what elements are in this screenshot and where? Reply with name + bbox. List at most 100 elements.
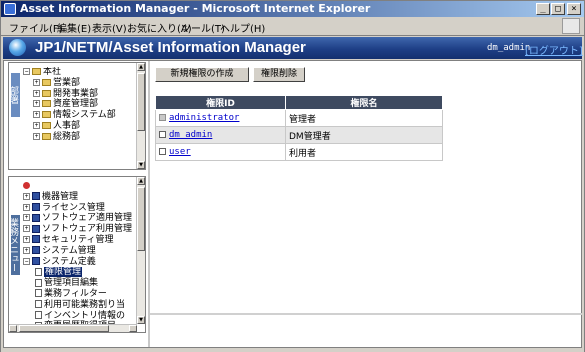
permission-id-link[interactable]: dm_admin <box>169 130 212 140</box>
expand-icon[interactable]: + <box>33 100 40 108</box>
frame-divider[interactable] <box>150 313 582 315</box>
tree-item-label: 情報システム部 <box>53 110 116 121</box>
scroll-thumb[interactable] <box>137 187 145 251</box>
menu-item-inventory[interactable]: インベントリ情報の <box>23 311 135 322</box>
expand-icon[interactable]: + <box>33 132 40 140</box>
browser-window: Asset Information Manager - Microsoft In… <box>0 0 585 352</box>
menu-item-software-apply[interactable]: + ソフトウェア適用管理 <box>23 213 135 224</box>
business-menu-tree: + 機器管理 + ライセンス管理 + ソフトウェア適用管理 + ソフトウェア利用管理 +… <box>23 181 135 332</box>
logout-link[interactable]: [ログアウト] <box>525 42 583 57</box>
menu-item-permission-mgmt[interactable]: 権限管理 <box>23 267 135 278</box>
row-checkbox[interactable] <box>159 131 166 138</box>
expand-icon[interactable]: + <box>23 225 30 233</box>
menu-tools[interactable]: ツール(T) <box>181 20 225 35</box>
collapse-icon[interactable]: − <box>23 68 30 75</box>
menu-item-field-edit[interactable]: 管理項目編集 <box>23 278 135 289</box>
scroll-down-icon[interactable]: ▼ <box>137 316 145 324</box>
tree-item-label: 営業部 <box>53 77 81 88</box>
department-scrollbar[interactable]: ▲ ▼ <box>136 63 145 169</box>
menu-item-system-mgmt[interactable]: + システム管理 <box>23 246 135 257</box>
menu-item-device[interactable]: + 機器管理 <box>23 192 135 203</box>
expand-icon[interactable]: + <box>23 203 30 211</box>
folder-icon <box>32 68 41 75</box>
root-icon <box>23 182 30 189</box>
maximize-button[interactable]: □ <box>551 3 565 15</box>
menu-item-security[interactable]: + セキュリティ管理 <box>23 235 135 246</box>
expand-icon[interactable]: + <box>23 192 30 200</box>
close-button[interactable]: × <box>567 3 581 15</box>
column-header-permission-id[interactable]: 権限ID <box>155 95 286 110</box>
tree-item-development[interactable]: + 開発事業部 <box>23 89 135 100</box>
scroll-down-icon[interactable]: ▼ <box>137 161 145 169</box>
book-icon <box>32 213 40 222</box>
menu-item-business-filter[interactable]: 業務フィルター <box>23 289 135 300</box>
minimize-button[interactable]: _ <box>536 3 550 15</box>
permission-id-link[interactable]: user <box>169 147 191 157</box>
menu-view[interactable]: 表示(V) <box>92 20 127 35</box>
title-bar: Asset Information Manager - Microsoft In… <box>1 1 584 17</box>
scroll-right-icon[interactable] <box>129 325 137 332</box>
panel-splitter[interactable] <box>148 61 150 347</box>
department-tab[interactable]: 部署 <box>8 73 20 117</box>
tree-item-general-affairs[interactable]: + 総務部 <box>23 132 135 143</box>
expand-icon[interactable]: + <box>23 235 30 243</box>
tree-item-sales[interactable]: + 営業部 <box>23 78 135 89</box>
menu-help[interactable]: ヘルプ(H) <box>220 20 265 35</box>
menu-item-label: システム管理 <box>42 245 96 256</box>
menu-item-label: 機器管理 <box>42 191 79 202</box>
delete-permission-button[interactable]: 権限削除 <box>253 67 305 82</box>
menu-item-label-selected: 権限管理 <box>44 267 83 278</box>
menu-item-license[interactable]: + ライセンス管理 <box>23 203 135 214</box>
folder-icon <box>42 78 51 86</box>
main-content: 部署 − 本社 + 営業部 + 開発事業部 + 資産管理部 + 情報システム部 <box>3 60 582 348</box>
business-menu-hscrollbar[interactable] <box>9 324 137 332</box>
app-banner: JP1/NETM/Asset Information Manager dm_ad… <box>3 37 583 59</box>
page-icon <box>35 311 42 320</box>
table-row: dm_admin DM管理者 <box>155 126 443 144</box>
permission-id-cell: user <box>155 143 286 161</box>
folder-icon <box>42 100 51 108</box>
menu-item-label: インベントリ情報の <box>44 310 126 321</box>
expand-icon[interactable]: + <box>23 246 30 254</box>
row-checkbox[interactable] <box>159 148 166 155</box>
scroll-up-icon[interactable]: ▲ <box>137 63 145 71</box>
scroll-thumb[interactable] <box>137 73 145 131</box>
row-checkbox <box>159 114 166 121</box>
tree-item-asset-mgmt[interactable]: + 資産管理部 <box>23 99 135 110</box>
department-panel: 部署 − 本社 + 営業部 + 開発事業部 + 資産管理部 + 情報システム部 <box>8 62 146 170</box>
business-menu-panel: 業務メニュー + 機器管理 + ライセンス管理 + ソフトウェア適用管理 + ソフトウェ… <box>8 176 146 333</box>
logged-in-user: dm_admin <box>487 43 531 53</box>
ie-icon <box>4 3 16 15</box>
scroll-up-icon[interactable]: ▲ <box>137 177 145 185</box>
expand-icon[interactable]: + <box>33 78 40 86</box>
expand-icon[interactable]: + <box>33 111 40 119</box>
window-title: Asset Information Manager - Microsoft In… <box>20 2 371 15</box>
expand-icon[interactable]: + <box>23 214 30 222</box>
menu-item-system-def[interactable]: − システム定義 <box>23 257 135 268</box>
tree-item-label: 開発事業部 <box>53 88 99 99</box>
menu-item-business-assign[interactable]: 利用可能業務割り当 <box>23 300 135 311</box>
tree-item-honsha[interactable]: − 本社 <box>23 67 135 78</box>
scroll-thumb[interactable] <box>19 325 109 332</box>
tree-item-hr[interactable]: + 人事部 <box>23 121 135 132</box>
expand-icon[interactable]: + <box>33 121 40 129</box>
tree-item-info-systems[interactable]: + 情報システム部 <box>23 110 135 121</box>
expand-icon[interactable]: + <box>33 89 40 97</box>
column-header-permission-name[interactable]: 権限名 <box>285 95 443 110</box>
book-icon <box>32 235 40 244</box>
book-icon <box>32 246 40 255</box>
menu-file[interactable]: ファイル(F) <box>9 20 63 35</box>
permission-table: 権限ID 権限名 administrator 管理者 dm_admin DM管理… <box>155 95 443 161</box>
menu-edit[interactable]: 編集(E) <box>57 20 91 35</box>
create-permission-button[interactable]: 新規権限の作成 <box>155 67 249 82</box>
menu-item-label: セキュリティ管理 <box>42 234 114 245</box>
tree-item-label: 総務部 <box>53 131 81 142</box>
business-menu-scrollbar[interactable]: ▲ ▼ <box>136 177 145 324</box>
menu-item-label: ライセンス管理 <box>42 202 105 213</box>
scroll-left-icon[interactable] <box>9 325 17 332</box>
menu-item-software-usage[interactable]: + ソフトウェア利用管理 <box>23 224 135 235</box>
page-icon <box>35 300 42 309</box>
collapse-icon[interactable]: − <box>23 257 30 265</box>
business-menu-tab[interactable]: 業務メニュー <box>8 215 20 275</box>
permission-id-link[interactable]: administrator <box>169 113 239 123</box>
